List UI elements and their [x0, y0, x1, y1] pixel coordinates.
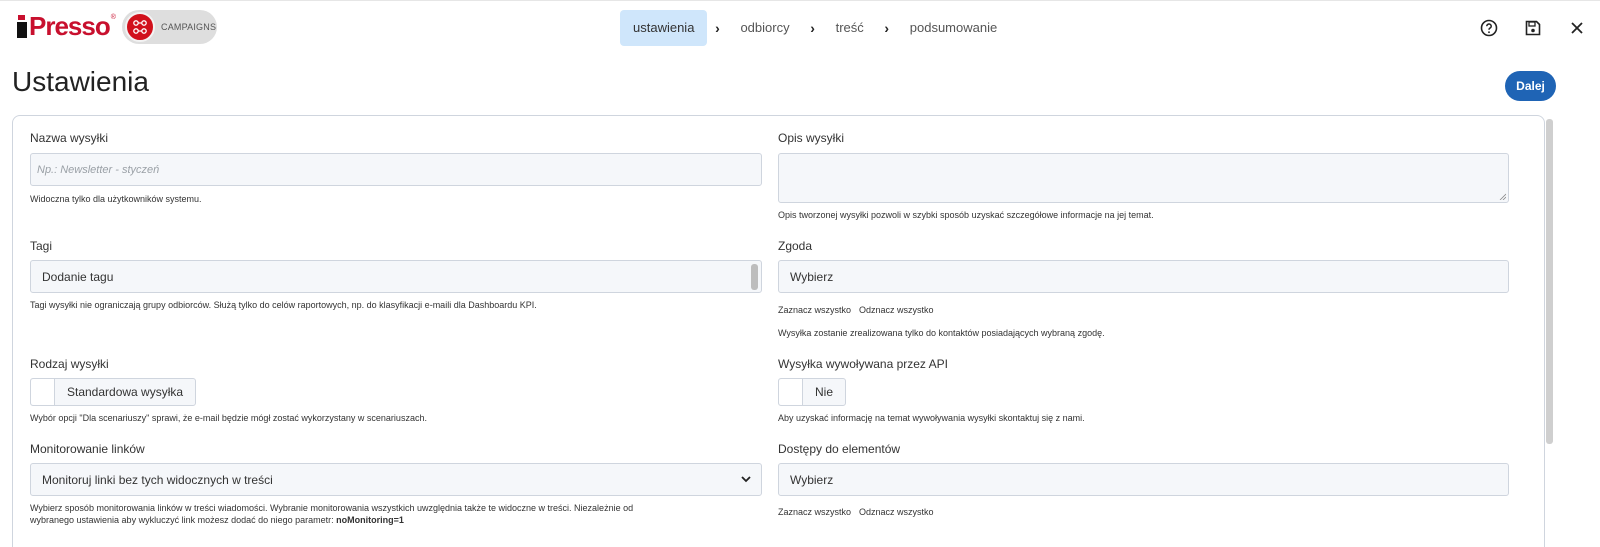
- logo-i-mark: [16, 13, 28, 39]
- access-label: Dostępy do elementów: [778, 442, 901, 456]
- logo-registered-mark: ®: [110, 14, 116, 21]
- next-button[interactable]: Dalej: [1505, 71, 1556, 101]
- save-icon[interactable]: [1522, 17, 1544, 39]
- wizard-steps: ustawienia › odbiorcy › treść › podsumow…: [620, 10, 1010, 46]
- chevron-down-icon: [741, 476, 751, 483]
- step-ustawienia[interactable]: ustawienia: [620, 10, 708, 46]
- access-select-all-link[interactable]: Zaznacz wszystko: [778, 507, 851, 517]
- chevron-right-icon: ›: [884, 20, 890, 36]
- step-tresc[interactable]: treść: [823, 10, 877, 46]
- name-label: Nazwa wysyłki: [30, 131, 109, 145]
- app-badge[interactable]: CAMPAIGNS: [122, 10, 217, 44]
- consent-value: Wybierz: [790, 269, 834, 284]
- link-monitoring-value: Monitoruj linki bez tych widocznych w tr…: [42, 472, 273, 487]
- scrollbar[interactable]: [1546, 119, 1553, 444]
- chevron-right-icon: ›: [715, 20, 720, 36]
- consent-select-actions: Zaznacz wszystko Odznacz wszystko: [778, 305, 934, 315]
- consent-select[interactable]: Wybierz: [778, 260, 1509, 293]
- tags-help: Tagi wysyłki nie ograniczają grupy odbio…: [30, 300, 537, 310]
- api-toggle[interactable]: Nie: [778, 378, 847, 406]
- link-monitoring-param: noMonitoring=1: [336, 515, 404, 525]
- logo-text: Presso: [29, 11, 111, 41]
- page-title: Ustawienia: [12, 66, 149, 97]
- access-deselect-all-link[interactable]: Odznacz wszystko: [859, 507, 934, 517]
- tags-value: Dodanie tagu: [42, 269, 114, 284]
- description-textarea[interactable]: [778, 153, 1509, 203]
- tags-label: Tagi: [30, 239, 53, 253]
- consent-select-all-link[interactable]: Zaznacz wszystko: [778, 305, 851, 315]
- consent-label: Zgoda: [778, 239, 813, 253]
- type-toggle[interactable]: Standardowa wysyłka: [30, 378, 197, 406]
- chevron-right-icon: ›: [810, 20, 815, 36]
- step-podsumowanie[interactable]: podsumowanie: [897, 10, 1010, 46]
- ipresso-logo[interactable]: Presso ®: [16, 11, 116, 41]
- api-toggle-knob: [779, 379, 803, 405]
- type-toggle-label: Standardowa wysyłka: [67, 385, 184, 399]
- step-odbiorcy[interactable]: odbiorcy: [727, 10, 802, 46]
- type-toggle-knob: [31, 379, 55, 405]
- app-badge-label: CAMPAIGNS: [161, 22, 217, 32]
- campaigns-icon: [125, 12, 155, 42]
- tags-input[interactable]: Dodanie tagu: [30, 260, 762, 293]
- help-icon[interactable]: [1478, 17, 1500, 39]
- api-toggle-label: Nie: [815, 385, 834, 399]
- access-select[interactable]: Wybierz: [778, 463, 1509, 496]
- close-icon[interactable]: [1566, 17, 1588, 39]
- link-monitoring-help-line1: Wybierz sposób monitorowania linków w tr…: [30, 503, 634, 513]
- api-label: Wysyłka wywoływana przez API: [778, 357, 948, 371]
- description-help: Opis tworzonej wysyłki pozwoli w szybki …: [778, 210, 1154, 220]
- link-monitoring-help-line2: wybranego ustawienia aby wykluczyć link …: [30, 515, 337, 525]
- api-help: Aby uzyskać informację na temat wywoływa…: [778, 413, 1085, 423]
- access-select-actions: Zaznacz wszystko Odznacz wszystko: [778, 507, 934, 517]
- resize-handle-icon[interactable]: [1499, 193, 1506, 200]
- link-monitoring-label: Monitorowanie linków: [30, 442, 145, 456]
- name-help: Widoczna tylko dla użytkowników systemu.: [30, 194, 202, 204]
- name-input[interactable]: Np.: Newsletter - styczeń: [30, 153, 762, 186]
- consent-deselect-all-link[interactable]: Odznacz wszystko: [859, 305, 934, 315]
- top-bar: Presso ® CAMPAIGNS ustawienia › odbiorcy…: [0, 0, 1600, 52]
- link-monitoring-help: Wybierz sposób monitorowania linków w tr…: [30, 502, 770, 526]
- description-label: Opis wysyłki: [778, 131, 845, 145]
- consent-help: Wysyłka zostanie zrealizowana tylko do k…: [778, 328, 1105, 338]
- top-actions: [1478, 17, 1588, 39]
- tags-scrollbar[interactable]: [751, 264, 758, 290]
- link-monitoring-select[interactable]: Monitoruj linki bez tych widocznych w tr…: [30, 463, 762, 496]
- access-value: Wybierz: [790, 472, 834, 487]
- type-label: Rodzaj wysyłki: [30, 357, 109, 371]
- type-help: Wybór opcji "Dla scenariuszy" sprawi, że…: [30, 413, 427, 423]
